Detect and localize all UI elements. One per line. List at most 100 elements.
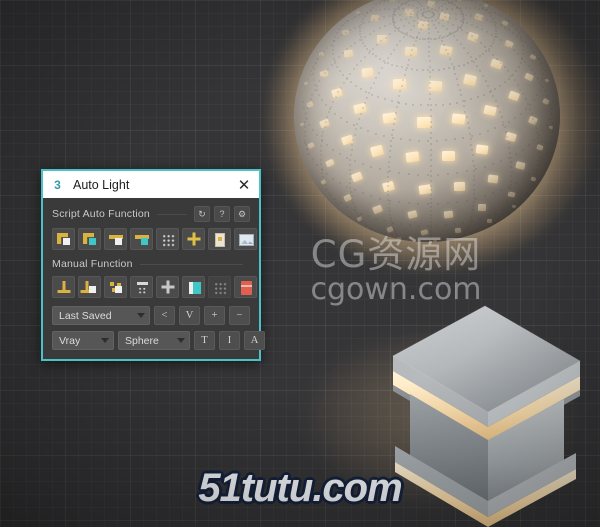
sphere-facet-line [542, 66, 545, 69]
manual-bar-button[interactable] [182, 276, 205, 298]
sphere-facet-line [387, 185, 389, 188]
sphere-panel [370, 145, 385, 158]
sphere-facet-line [398, 27, 401, 30]
preset-remove-button[interactable]: − [229, 306, 250, 325]
sphere-facet-line [411, 49, 414, 51]
manual-delete-button[interactable] [234, 276, 257, 298]
sphere-facet-line [386, 57, 389, 60]
help-icon[interactable]: ? [214, 206, 230, 222]
sphere-facet-line [358, 14, 360, 17]
sphere-facet-line [504, 42, 507, 45]
sphere-facet-line [441, 39, 444, 42]
sphere-facet-line [443, 15, 446, 18]
sphere-facet-line [414, 0, 417, 1]
manual-grid-button[interactable] [208, 276, 231, 298]
auto-light-add-button[interactable] [182, 228, 205, 250]
renderer-dropdown[interactable]: Vray [52, 331, 114, 350]
mode-t-button[interactable]: T [194, 331, 215, 350]
sphere-facet-line [351, 144, 354, 146]
close-icon[interactable]: ✕ [233, 174, 255, 196]
sphere-facet-line [427, 140, 429, 142]
sphere-facet-line [503, 66, 506, 68]
auto-light-grid-button[interactable] [156, 228, 179, 250]
manual-rake-button[interactable] [130, 276, 153, 298]
sphere-facet-line [457, 83, 460, 86]
mode-a-button[interactable]: A [244, 331, 265, 350]
auto-light-bar-white-button[interactable] [104, 228, 127, 250]
sphere-facet-line [517, 65, 520, 68]
sphere-facet-line [462, 221, 465, 224]
sphere-facet-line [533, 176, 536, 179]
sphere-facet-line [329, 108, 332, 111]
sphere-facet-line [537, 141, 540, 144]
sphere-facet-line [406, 34, 409, 37]
preset-dropdown[interactable]: Last Saved [52, 306, 150, 325]
sphere-facet-line [363, 102, 366, 105]
sphere-facet-line [514, 201, 517, 204]
sphere-facet-line [348, 182, 351, 185]
dot-grid-icon [162, 234, 175, 247]
sphere-facet-line [404, 13, 407, 16]
sphere-facet-line [371, 53, 374, 55]
sphere-facet-line [470, 212, 473, 215]
sphere-panel [478, 204, 487, 211]
sphere-facet-line [430, 164, 433, 167]
auto-light-corner-teal-button[interactable] [78, 228, 101, 250]
script-auto-button-row [52, 228, 257, 250]
sphere-facet-line [551, 101, 554, 104]
manual-move-button[interactable] [156, 276, 179, 298]
sphere-facet-line [475, 16, 478, 18]
shape-dropdown[interactable]: Sphere [118, 331, 190, 350]
refresh-icon[interactable]: ↻ [194, 206, 210, 222]
sphere-facet-line [490, 33, 493, 36]
sphere-facet-line [472, 197, 475, 200]
sphere-facet-line [532, 180, 535, 183]
auto-light-image-button[interactable] [234, 228, 257, 250]
gear-icon[interactable]: ⚙ [234, 206, 250, 222]
manual-lamp-white-button[interactable] [78, 276, 101, 298]
sphere-facet-line [497, 13, 500, 16]
manual-lamp-button[interactable] [52, 276, 75, 298]
sphere-facet-line [320, 140, 323, 143]
sphere-facet-line [384, 0, 387, 2]
sphere-facet-line [548, 103, 551, 106]
sphere-facet-line [430, 193, 433, 196]
sphere-facet-line [430, 169, 433, 172]
sphere-facet-line [427, 225, 429, 228]
sphere-panel [463, 73, 478, 86]
sphere-facet-line [454, 18, 457, 21]
preset-view-button[interactable]: V [179, 306, 200, 325]
sphere-facet-line [304, 121, 306, 124]
sphere-facet-line [308, 153, 311, 155]
manual-scatter-button[interactable] [104, 276, 127, 298]
preset-add-button[interactable]: + [204, 306, 225, 325]
sphere-facet-line [323, 180, 326, 183]
sphere-facet-line [494, 127, 497, 130]
dialog-titlebar[interactable]: 3 Auto Light ✕ [43, 171, 259, 198]
sphere-facet-line [396, 44, 399, 47]
sphere-facet-line [533, 139, 536, 142]
sphere-facet-line [458, 88, 461, 91]
sphere-facet-line [378, 27, 381, 30]
auto-light-bar-teal-button[interactable] [130, 228, 153, 250]
sphere-facet-line [394, 21, 397, 23]
sphere-facet-line [437, 0, 440, 1]
sphere-facet-line [401, 32, 404, 35]
sphere-facet-line [349, 154, 352, 157]
auto-light-card-button[interactable] [208, 228, 231, 250]
sphere-facet-line [365, 90, 368, 93]
auto-light-corner-white-button[interactable] [52, 228, 75, 250]
preset-prev-button[interactable]: < [154, 306, 175, 325]
sphere-facet-line [379, 168, 382, 171]
sphere-facet-line [500, 160, 503, 162]
sphere-facet-line [530, 47, 532, 50]
sphere-facet-line [398, 95, 401, 98]
sphere-facet-line [430, 210, 433, 213]
mode-i-button[interactable]: I [219, 331, 240, 350]
sphere-facet-line [435, 27, 438, 30]
sphere-facet-line [536, 94, 538, 96]
sphere-facet-line [399, 89, 402, 92]
sphere-facet-line [434, 2, 437, 5]
sphere-facet-line [332, 198, 335, 201]
sphere-facet-line [470, 0, 473, 1]
